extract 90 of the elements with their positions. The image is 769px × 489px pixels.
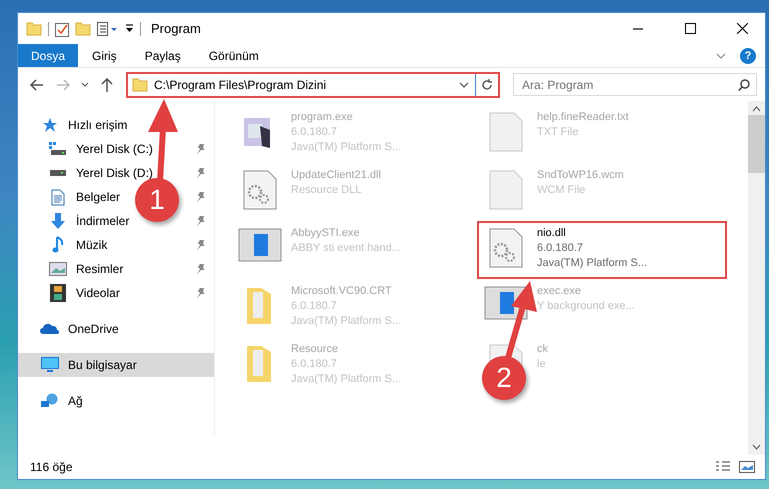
file-name: nio.dll bbox=[537, 226, 567, 241]
navigation-item[interactable]: Hızlı erişim bbox=[40, 117, 128, 133]
ribbon-tab[interactable]: Giriş bbox=[78, 44, 131, 67]
pin-icon[interactable] bbox=[196, 287, 206, 299]
scroll-thumb[interactable] bbox=[748, 115, 765, 173]
folder-icon bbox=[26, 22, 42, 36]
file-name: program.exe bbox=[291, 110, 354, 125]
navigation-item[interactable]: İndirmeler bbox=[48, 212, 130, 230]
caret-icon bbox=[81, 82, 89, 87]
file-detail: 6.0.180.7 bbox=[537, 241, 584, 256]
file-detail: WCM File bbox=[537, 183, 586, 198]
music-note-icon bbox=[52, 236, 64, 254]
file-detail: 6.0.180.7 bbox=[291, 299, 338, 314]
drive-icon bbox=[49, 169, 67, 177]
ribbon-tab[interactable]: Paylaş bbox=[130, 44, 195, 67]
navigation-item[interactable]: Videolar bbox=[48, 284, 120, 302]
tiles-view-icon[interactable] bbox=[739, 461, 755, 473]
file-icon bbox=[489, 112, 523, 152]
chevron-down-icon[interactable] bbox=[459, 82, 469, 88]
window-title: Program bbox=[150, 21, 202, 36]
file-detail: ABBY sti event hand... bbox=[291, 241, 401, 256]
network-icon bbox=[41, 393, 59, 409]
search-field[interactable]: Ara: Program bbox=[513, 73, 757, 96]
file-name: Resource bbox=[291, 342, 340, 357]
back-arrow-icon bbox=[30, 78, 44, 90]
file-detail: Java(TM) Platform S... bbox=[291, 372, 402, 387]
scroll-up-icon[interactable] bbox=[752, 106, 761, 112]
file-detail: Y background exe... bbox=[537, 299, 635, 314]
file-detail: Java(TM) Platform S... bbox=[291, 314, 402, 329]
refresh-icon bbox=[481, 78, 493, 90]
film-icon bbox=[50, 284, 66, 302]
down-arrow-icon bbox=[50, 212, 66, 230]
file-detail: le bbox=[537, 357, 547, 372]
navigation-item[interactable]: Belgeler bbox=[48, 188, 120, 206]
pin-icon[interactable] bbox=[196, 167, 206, 179]
file-name: Microsoft.VC90.CRT bbox=[291, 284, 393, 299]
ribbon-tab[interactable]: Görünüm bbox=[194, 44, 273, 67]
picture-icon bbox=[49, 262, 67, 276]
caret-icon[interactable] bbox=[125, 24, 134, 33]
navigation-item[interactable]: Müzik bbox=[48, 236, 108, 254]
folder-icon bbox=[132, 78, 148, 92]
close-icon bbox=[736, 23, 748, 34]
star-icon bbox=[42, 117, 58, 133]
monitor-icon bbox=[41, 357, 59, 373]
gear-file-icon bbox=[489, 228, 523, 268]
pin-icon[interactable] bbox=[196, 239, 206, 251]
navigation-item[interactable]: Yerel Disk (D:) bbox=[48, 166, 153, 180]
file-detail: Java(TM) Platform S... bbox=[537, 256, 648, 271]
view-menu-icon[interactable] bbox=[97, 22, 119, 36]
file-name: help.fineReader.txt bbox=[537, 110, 629, 125]
file-icon bbox=[489, 170, 523, 210]
navigation-item[interactable]: OneDrive bbox=[40, 322, 119, 336]
address-field[interactable]: C:\Program Files\Program Dizini bbox=[126, 72, 500, 98]
file-name: SndToWP16.wcm bbox=[537, 168, 624, 183]
file-name: UpdateClient21.dll bbox=[291, 168, 381, 183]
file-menu-tab[interactable]: Dosya bbox=[18, 44, 78, 67]
file-name: exec.exe bbox=[537, 284, 582, 299]
scroll-down-icon[interactable] bbox=[752, 444, 761, 450]
cloud-icon bbox=[40, 323, 60, 335]
properties-icon[interactable] bbox=[55, 20, 69, 36]
up-arrow-icon bbox=[101, 78, 113, 92]
item-count: 116 öğe bbox=[30, 460, 74, 474]
navigation-item[interactable]: Yerel Disk (C:) bbox=[48, 142, 153, 156]
file-name: AbbyySTI.exe bbox=[291, 226, 360, 241]
scrollbar[interactable] bbox=[748, 101, 765, 455]
navigation-item[interactable]: Resimler bbox=[48, 262, 124, 276]
window-icon bbox=[238, 228, 282, 262]
pin-icon[interactable] bbox=[196, 143, 206, 155]
folder-icon bbox=[75, 22, 91, 36]
help-button[interactable]: ? bbox=[740, 48, 756, 64]
pin-icon[interactable] bbox=[196, 191, 206, 203]
minimize-icon bbox=[633, 28, 643, 30]
document-icon bbox=[51, 188, 65, 206]
pin-icon[interactable] bbox=[196, 263, 206, 275]
drive-icon bbox=[49, 142, 67, 156]
file-detail: Java(TM) Platform S... bbox=[291, 140, 402, 155]
details-view-icon[interactable] bbox=[715, 461, 731, 473]
forward-arrow-icon bbox=[56, 78, 70, 90]
gear-file-icon bbox=[243, 170, 277, 210]
pin-icon[interactable] bbox=[196, 215, 206, 227]
navigation-item[interactable]: Ağ bbox=[40, 393, 83, 409]
maximize-icon bbox=[684, 23, 696, 34]
file-detail: 6.0.180.7 bbox=[291, 125, 338, 140]
search-icon bbox=[738, 78, 750, 90]
file-detail: Resource DLL bbox=[291, 183, 362, 198]
file-detail: 6.0.180.7 bbox=[291, 357, 338, 372]
file-detail: TXT File bbox=[537, 125, 580, 140]
navigation-item[interactable]: Bu bilgisayar bbox=[40, 357, 137, 373]
address-path: C:\Program Files\Program Dizini bbox=[154, 78, 328, 92]
file-name: ck bbox=[537, 342, 548, 357]
